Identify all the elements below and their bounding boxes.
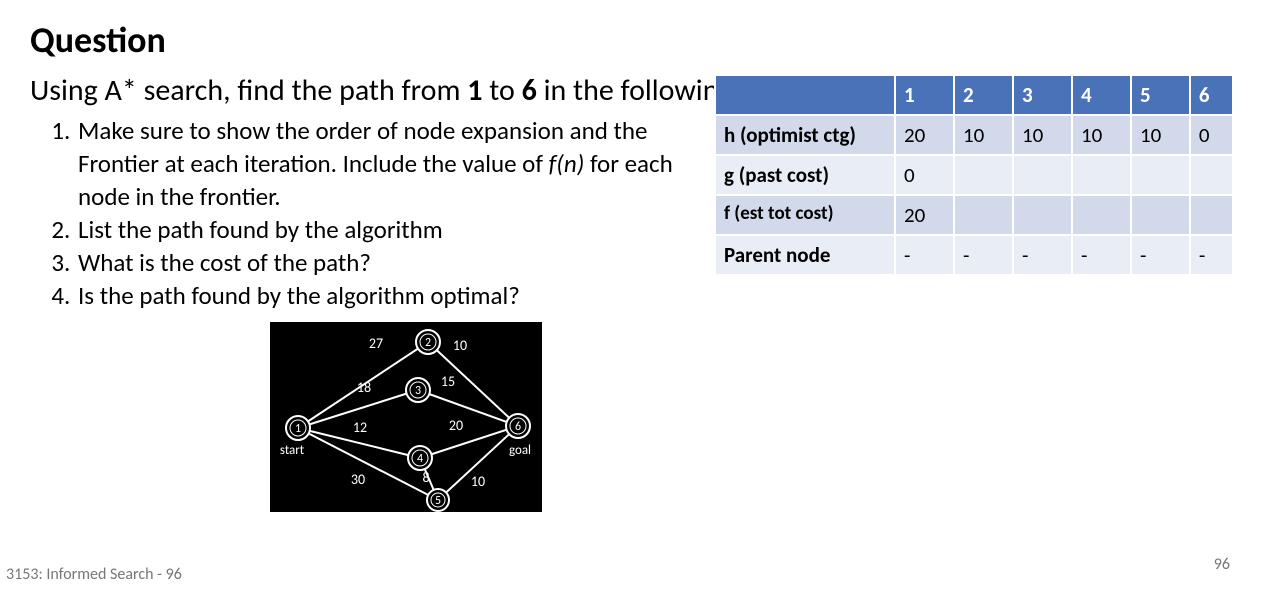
table-cell	[1190, 155, 1233, 195]
table-cell: 10	[1131, 115, 1190, 155]
row-label: h (optimist ctg)	[715, 115, 895, 155]
th-1: 1	[895, 75, 954, 115]
node-label: 5	[435, 494, 441, 508]
prompt-seg-2: to	[482, 72, 521, 109]
question-item-2: List the path found by the algorithm	[76, 213, 706, 246]
edge-weight: 10	[453, 337, 467, 354]
graph-svg: 27181230101520108123456startgoal	[270, 322, 542, 512]
goal-label: goal	[509, 443, 531, 458]
table-cell	[1072, 155, 1131, 195]
table-header-row: 1 2 3 4 5 6	[715, 75, 1233, 115]
th-blank	[715, 75, 895, 115]
start-label: start	[280, 443, 305, 458]
edge-weight: 12	[353, 419, 367, 436]
node-label: 4	[417, 452, 423, 466]
edge-weight: 27	[369, 335, 383, 352]
th-3: 3	[1013, 75, 1072, 115]
table-body: h (optimist ctg)20101010100g (past cost)…	[715, 115, 1233, 275]
slide-title: Question	[30, 18, 1234, 62]
table-cell	[1013, 195, 1072, 235]
edge-weight: 18	[357, 379, 371, 396]
table-cell: -	[895, 235, 954, 275]
edge-weight: 15	[441, 373, 455, 390]
edge-weight: 20	[449, 417, 463, 434]
table-row: g (past cost)0	[715, 155, 1233, 195]
prompt-goal-node: 6	[522, 72, 537, 109]
row-label: g (past cost)	[715, 155, 895, 195]
table-cell	[1131, 155, 1190, 195]
table-cell: 0	[895, 155, 954, 195]
table-cell: 10	[1013, 115, 1072, 155]
footer-left: 3153: Informed Search - 96	[6, 565, 182, 584]
table-cell	[1072, 195, 1131, 235]
table-cell: -	[1190, 235, 1233, 275]
th-6: 6	[1190, 75, 1233, 115]
table-cell: -	[954, 235, 1013, 275]
edge-weight: 30	[351, 471, 365, 488]
node-label: 2	[425, 336, 431, 350]
table-cell	[1013, 155, 1072, 195]
node-label: 1	[295, 422, 301, 436]
table-cell: 10	[1072, 115, 1131, 155]
question-list: Make sure to show the order of node expa…	[30, 114, 706, 312]
question-item-4: Is the path found by the algorithm optim…	[76, 279, 706, 312]
table-cell	[1131, 195, 1190, 235]
edge-weight: 8	[422, 469, 429, 486]
table-row: h (optimist ctg)20101010100	[715, 115, 1233, 155]
slide-number: 96	[1214, 555, 1230, 574]
th-2: 2	[954, 75, 1013, 115]
th-5: 5	[1131, 75, 1190, 115]
prompt-start-node: 1	[467, 72, 482, 109]
row-label: f (est tot cost)	[715, 195, 895, 235]
table-cell: 0	[1190, 115, 1233, 155]
question-item-1: Make sure to show the order of node expa…	[76, 114, 706, 213]
table-cell	[954, 155, 1013, 195]
heuristic-table: 1 2 3 4 5 6 h (optimist ctg)20101010100g…	[714, 74, 1234, 276]
table-cell: -	[1013, 235, 1072, 275]
prompt-seg-1: Using A* search, find the path from	[30, 72, 467, 109]
node-label: 6	[515, 420, 521, 434]
table-row: f (est tot cost)20	[715, 195, 1233, 235]
edge-weight: 10	[471, 473, 485, 490]
table-cell: 10	[954, 115, 1013, 155]
table-cell: -	[1131, 235, 1190, 275]
question-item-3: What is the cost of the path?	[76, 246, 706, 279]
row-label: Parent node	[715, 235, 895, 275]
table-cell	[1190, 195, 1233, 235]
table-cell	[954, 195, 1013, 235]
table-cell: 20	[895, 195, 954, 235]
table-row: Parent node------	[715, 235, 1233, 275]
q1-fn: f(n)	[549, 148, 585, 179]
th-4: 4	[1072, 75, 1131, 115]
table-cell: -	[1072, 235, 1131, 275]
table-cell: 20	[895, 115, 954, 155]
node-label: 3	[415, 384, 421, 398]
graph-figure: 27181230101520108123456startgoal	[270, 322, 542, 512]
